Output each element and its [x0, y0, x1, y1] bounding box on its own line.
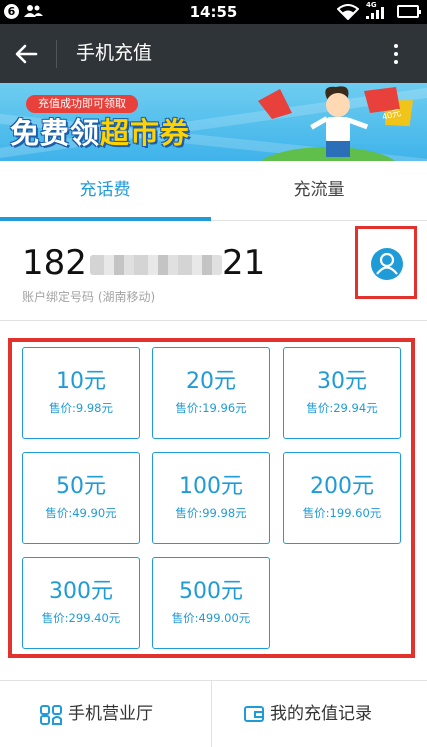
amount-sale-price: 售价:99.98元 [175, 506, 247, 520]
amount-face-value: 20元 [186, 369, 236, 394]
back-arrow-icon[interactable] [10, 38, 42, 70]
contact-highlight-box [355, 226, 417, 299]
mobile-store-label: 手机营业厅 [68, 704, 153, 724]
wallet-icon [244, 706, 264, 722]
amount-panel-highlight: 10元 售价:9.98元 20元 售价:19.96元 30元 售价:29.94元… [8, 338, 415, 658]
amount-option[interactable]: 200元 售价:199.60元 [283, 452, 401, 544]
amount-option[interactable]: 500元 售价:499.00元 [152, 557, 270, 649]
amount-face-value: 200元 [310, 474, 374, 499]
amount-option[interactable]: 50元 售价:49.90元 [22, 452, 140, 544]
recharge-records-label: 我的充值记录 [270, 704, 372, 724]
banner-title: 免费领超市券 [10, 115, 190, 151]
amount-option[interactable]: 20元 售价:19.96元 [152, 347, 270, 439]
amount-option[interactable]: 100元 售价:99.98元 [152, 452, 270, 544]
recharge-records-link[interactable]: 我的充值记录 [212, 681, 423, 747]
tab-data[interactable]: 充流量 [214, 161, 424, 220]
amount-sale-price: 售价:19.96元 [175, 401, 247, 415]
amount-option[interactable]: 30元 售价:29.94元 [283, 347, 401, 439]
amount-option[interactable]: 300元 售价:299.40元 [22, 557, 140, 649]
amount-option[interactable]: 10元 售价:9.98元 [22, 347, 140, 439]
signal-icon [366, 7, 384, 19]
amount-sale-price: 售价:299.40元 [41, 611, 121, 625]
tab-recharge[interactable]: 充话费 [0, 161, 210, 220]
phone-number-suffix: 21 [222, 243, 266, 283]
mobile-store-link[interactable]: 手机营业厅 [0, 681, 211, 747]
page-title: 手机充值 [76, 42, 153, 64]
phone-number-section[interactable]: 182 21 账户绑定号码 (湖南移动) [0, 221, 427, 321]
banner-pill: 充值成功即可领取 [26, 95, 138, 113]
banner-illustration: 40元 [258, 86, 414, 161]
amount-face-value: 50元 [56, 474, 106, 499]
bottom-bar: 手机营业厅 我的充值记录 [0, 680, 427, 747]
amount-sale-price: 售价:29.94元 [306, 401, 378, 415]
amount-sale-price: 售价:199.60元 [302, 506, 382, 520]
status-bar: 6 14:55 4G [0, 0, 427, 24]
amount-face-value: 500元 [179, 579, 243, 604]
promo-banner[interactable]: 充值成功即可领取 免费领超市券 40元 [0, 83, 427, 161]
more-menu-icon[interactable] [384, 38, 408, 70]
amount-sale-price: 售价:9.98元 [49, 401, 113, 415]
amount-sale-price: 售价:49.90元 [45, 506, 117, 520]
contact-picker-icon[interactable] [370, 247, 404, 281]
amount-face-value: 300元 [49, 579, 113, 604]
account-caption: 账户绑定号码 (湖南移动) [22, 290, 156, 304]
header-divider [56, 40, 57, 68]
amount-face-value: 100元 [179, 474, 243, 499]
banner-title-main: 免费领 [10, 116, 101, 150]
battery-icon [397, 5, 421, 18]
amount-sale-price: 售价:499.00元 [171, 611, 251, 625]
store-icon [40, 705, 62, 725]
banner-title-highlight: 超市券 [100, 116, 191, 150]
tab-bar: 充话费 充流量 [0, 161, 427, 221]
status-time: 14:55 [189, 3, 238, 21]
app-header: 手机充值 [0, 24, 427, 83]
amount-face-value: 30元 [317, 369, 367, 394]
phone-number-prefix: 182 [22, 243, 87, 283]
amount-face-value: 10元 [56, 369, 106, 394]
phone-number-masked [90, 255, 222, 275]
wifi-icon [337, 4, 359, 20]
